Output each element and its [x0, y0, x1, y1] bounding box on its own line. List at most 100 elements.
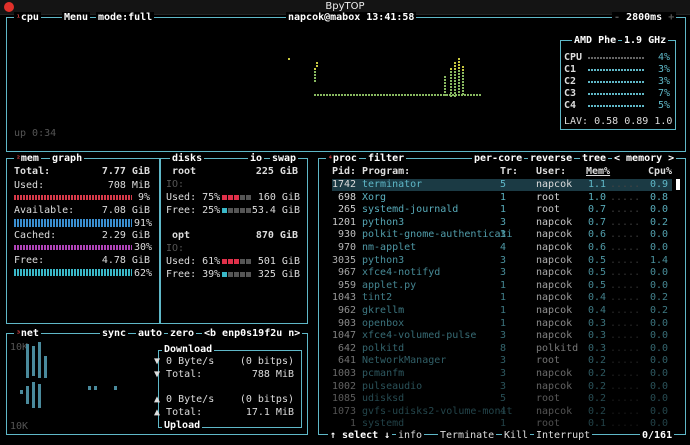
mem-used-pct: 9% — [137, 192, 150, 203]
core-meter — [588, 105, 644, 107]
disk-used-value: 501 GiB — [257, 256, 300, 267]
process-row[interactable]: 962 gkrellm 1 napcok 0.4..... 0.2 — [332, 305, 672, 317]
cpu-core-row: CPU 4% — [564, 52, 672, 63]
process-row[interactable]: 1742 terminator 5 napcok 1.1..... 0.9 — [332, 179, 672, 191]
net-tab[interactable]: ³net — [14, 328, 41, 339]
download-total-row: ▼ Total: 788 MiB — [154, 369, 294, 380]
interrupt-button[interactable]: Interrupt — [534, 430, 593, 441]
disk-free-meter — [222, 205, 252, 216]
disk-free-value: 325 GiB — [257, 269, 300, 280]
process-row[interactable]: 970 nm-applet 4 napcok 0.6..... 0.0 — [332, 242, 672, 254]
proc-header: Pid: Program: Tr: User: Mem% Cpu% — [332, 166, 673, 177]
disk-io: IO: — [166, 179, 185, 190]
process-row[interactable]: 642 polkitd 8 polkitd 0.3..... 0.0 — [332, 343, 672, 355]
net-scale-bottom: 10K — [10, 421, 29, 432]
info-button[interactable]: info — [396, 430, 425, 441]
mode-button[interactable]: mode:full — [96, 12, 155, 23]
cpu-core-row: C3 7% — [564, 88, 672, 99]
mem-free-pct: 62% — [134, 268, 153, 279]
core-label: C3 — [564, 88, 577, 99]
upload-total-row: ▲ Total: 17.1 MiB — [154, 407, 294, 418]
disk-name: root — [172, 166, 197, 177]
cpu-tab[interactable]: ¹cpu — [14, 12, 41, 23]
terminate-button[interactable]: Terminate — [438, 430, 497, 441]
core-label: C2 — [564, 76, 577, 87]
core-meter — [588, 81, 644, 83]
process-row[interactable]: 1003 pcmanfm 3 napcok 0.2..... 0.0 — [332, 368, 672, 380]
core-meter — [588, 69, 644, 71]
process-row[interactable]: 641 NetworkManager 3 root 0.2..... 0.0 — [332, 355, 672, 367]
process-row[interactable]: 1073 gvfs-udisks2-volume-monit 4 napcok 0.2.… — [332, 406, 672, 418]
update-interval[interactable]: - 2800ms + — [612, 12, 677, 23]
upload-rate-row: ▲ 0 Byte/s (0 bitps) — [154, 394, 294, 405]
zero-toggle[interactable]: zero — [168, 328, 197, 339]
net-graph — [20, 342, 117, 408]
core-pct: 3% — [657, 64, 670, 75]
process-row[interactable]: 1201 python3 3 napcok 0.7..... 0.2 — [332, 217, 672, 229]
cpu-freq: 1.9 GHz — [622, 35, 669, 46]
disks-tab[interactable]: disks — [170, 153, 205, 164]
process-row[interactable]: 265 systemd-journald 1 root 0.7..... 0.0 — [332, 204, 672, 216]
mem-cached-label: Cached: — [14, 230, 57, 241]
cpu-core-row: C1 3% — [564, 64, 672, 75]
mem-total: 7.77 GiB — [101, 166, 150, 177]
disk-total: 225 GiB — [255, 166, 298, 177]
menu-button[interactable]: Menu — [62, 12, 91, 23]
process-row[interactable]: 967 xfce4-notifyd 3 napcok 0.5..... 0.0 — [332, 267, 672, 279]
download-title: Download — [162, 344, 215, 355]
process-row[interactable]: 1 systemd 1 root 0.1..... 0.0 — [332, 418, 672, 430]
window-title: BpyTOP — [325, 1, 365, 12]
core-meter — [588, 57, 644, 59]
mem-free: 4.78 GiB — [101, 255, 150, 266]
process-row[interactable]: 1002 pulseaudio 3 napcok 0.2..... 0.0 — [332, 381, 672, 393]
cpu-model: AMD Phe — [572, 35, 619, 46]
proc-tab[interactable]: ⁴proc — [326, 153, 359, 164]
disk-free: Free: 25% — [166, 205, 221, 216]
core-pct: 4% — [657, 52, 670, 63]
sync-toggle[interactable]: sync — [100, 328, 129, 339]
mem-total-label: Total: — [14, 166, 51, 177]
disk-name: opt — [172, 230, 191, 241]
mem-available-pct: 91% — [134, 218, 153, 229]
disk-total: 870 GiB — [255, 230, 298, 241]
mem-free-label: Free: — [14, 255, 45, 266]
process-row[interactable]: 698 Xorg 1 root 1.0..... 0.8 — [332, 192, 672, 204]
mem-available: 7.08 GiB — [101, 205, 150, 216]
disk-io: IO: — [166, 243, 185, 254]
disk-used-meter — [222, 192, 252, 203]
mem-tab[interactable]: ²mem — [14, 153, 41, 164]
download-rate-row: ▼ 0 Byte/s (0 bitps) — [154, 356, 294, 367]
mem-cached: 2.29 GiB — [101, 230, 150, 241]
process-row[interactable]: 930 polkit-gnome-authenticati 3 napcok 0.6..… — [332, 229, 672, 241]
core-label: CPU — [564, 52, 583, 63]
core-label: C4 — [564, 100, 577, 111]
process-row[interactable]: 1043 tint2 1 napcok 0.4..... 0.2 — [332, 292, 672, 304]
host-time: napcok@mabox 13:41:58 — [286, 12, 417, 23]
filter-button[interactable]: filter — [366, 153, 407, 164]
per-core-toggle[interactable]: per-core — [472, 153, 525, 164]
sort-selector[interactable]: < memory > — [612, 153, 677, 164]
auto-toggle[interactable]: auto — [136, 328, 165, 339]
kill-button[interactable]: Kill — [502, 430, 531, 441]
process-row[interactable]: 1085 udisksd 5 root 0.2..... 0.0 — [332, 393, 672, 405]
interface-selector[interactable]: <b enp0s19f2u n> — [202, 328, 303, 339]
mem-used-label: Used: — [14, 180, 45, 191]
process-row[interactable]: 903 openbox 1 napcok 0.3..... 0.0 — [332, 318, 672, 330]
graph-toggle[interactable]: graph — [50, 153, 85, 164]
select-hint[interactable]: ↑ select ↓ — [328, 430, 393, 441]
process-row[interactable]: 1047 xfce4-volumed-pulse 3 napcok 0.3..... 0.… — [332, 330, 672, 342]
proc-scrollbar[interactable] — [676, 179, 680, 190]
io-toggle[interactable]: io — [248, 153, 265, 164]
mem-used: 708 MiB — [107, 180, 150, 191]
core-pct: 7% — [657, 88, 670, 99]
swap-toggle[interactable]: swap — [270, 153, 299, 164]
process-row[interactable]: 959 applet.py 1 napcok 0.5..... 0.0 — [332, 280, 672, 292]
core-meter — [588, 93, 644, 95]
process-row[interactable]: 3035 python3 3 napcok 0.5..... 1.4 — [332, 255, 672, 267]
tree-toggle[interactable]: tree — [580, 153, 609, 164]
mem-cached-pct: 30% — [134, 242, 153, 253]
disk-used-meter — [222, 256, 252, 267]
reverse-toggle[interactable]: reverse — [528, 153, 575, 164]
core-pct: 5% — [657, 100, 670, 111]
disk-used-value: 160 GiB — [257, 192, 300, 203]
